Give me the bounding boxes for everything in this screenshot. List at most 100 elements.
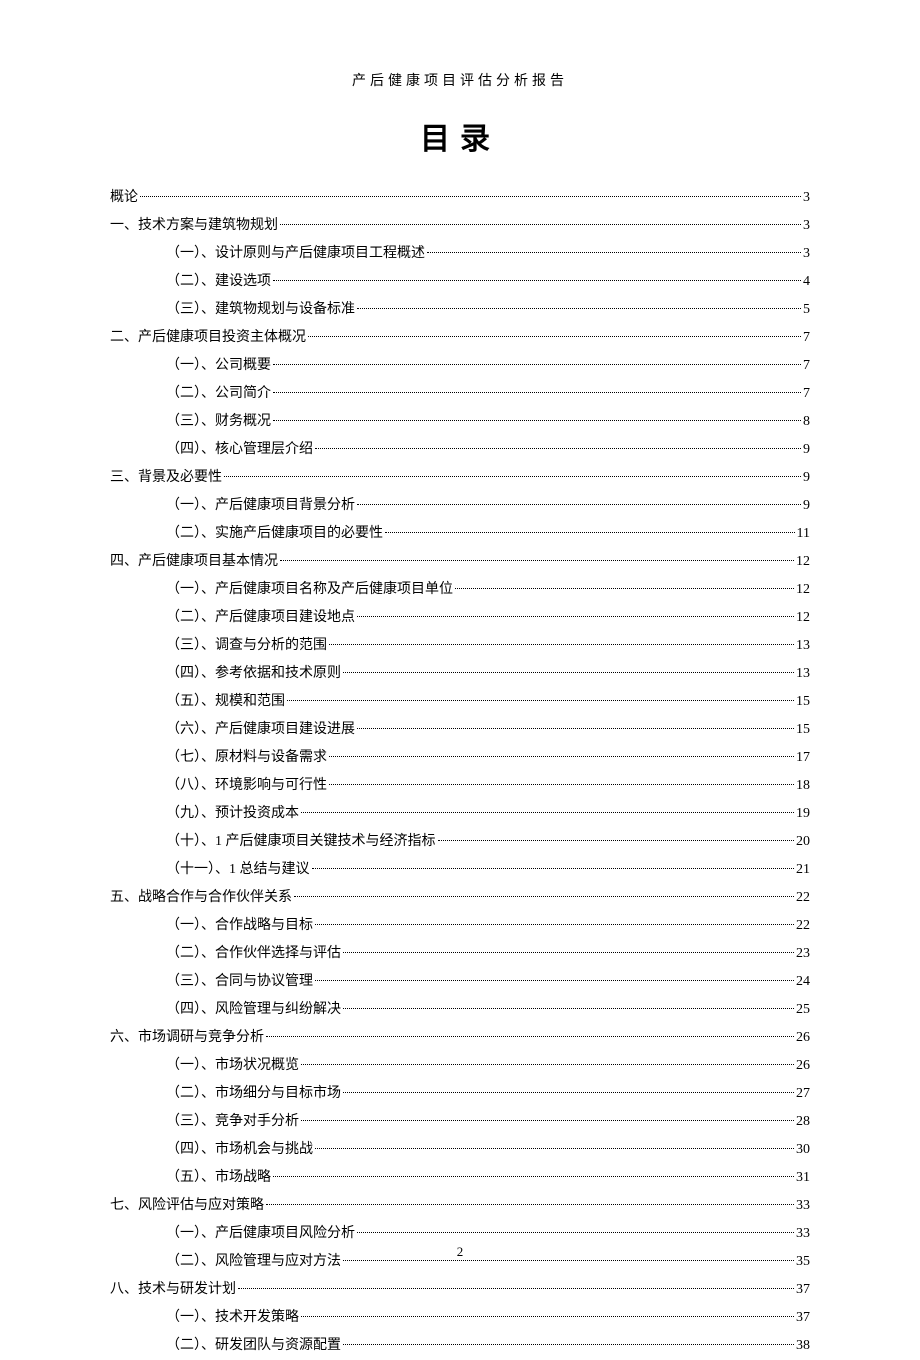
toc-entry[interactable]: （二）、合作伙伴选择与评估23 — [110, 940, 810, 968]
toc-entry[interactable]: （三）、建筑物规划与设备标准5 — [110, 296, 810, 324]
toc-entry-page: 31 — [796, 1164, 810, 1192]
toc-entry[interactable]: 四、产后健康项目基本情况12 — [110, 548, 810, 576]
toc-entry[interactable]: （一）、合作战略与目标 22 — [110, 912, 810, 940]
toc-entry-label: （一）、公司概要 — [166, 352, 271, 380]
toc-entry-label: 八、技术与研发计划 — [110, 1276, 236, 1304]
toc-entry[interactable]: 六、市场调研与竞争分析26 — [110, 1024, 810, 1052]
toc-entry-page: 8 — [803, 408, 810, 436]
toc-leader-dots — [315, 1148, 794, 1149]
toc-entry-page: 3 — [803, 212, 810, 240]
toc-entry-page: 22 — [796, 912, 810, 940]
toc-entry[interactable]: （四）、风险管理与纠纷解决25 — [110, 996, 810, 1024]
toc-leader-dots — [343, 672, 794, 673]
toc-entry[interactable]: 七、风险评估与应对策略33 — [110, 1192, 810, 1220]
toc-entry[interactable]: （八）、环境影响与可行性18 — [110, 772, 810, 800]
toc-entry-page: 3 — [803, 240, 810, 268]
toc-entry[interactable]: （四）、市场机会与挑战30 — [110, 1136, 810, 1164]
toc-entry[interactable]: （四）、核心管理层介绍9 — [110, 436, 810, 464]
toc-leader-dots — [343, 1260, 794, 1261]
toc-leader-dots — [308, 336, 801, 337]
toc-leader-dots — [273, 420, 801, 421]
page-footer: 2 — [0, 1244, 920, 1260]
toc-entry[interactable]: （三）、合同与协议管理24 — [110, 968, 810, 996]
toc-entry[interactable]: 五、战略合作与合作伙伴关系 22 — [110, 884, 810, 912]
toc-entry-label: （二）、公司简介 — [166, 380, 271, 408]
toc-leader-dots — [266, 1036, 794, 1037]
toc-leader-dots — [238, 1288, 794, 1289]
toc-leader-dots — [301, 1316, 794, 1317]
toc-leader-dots — [280, 224, 801, 225]
toc-entry[interactable]: （一）、市场状况概览26 — [110, 1052, 810, 1080]
toc-entry-page: 13 — [796, 660, 810, 688]
toc-leader-dots — [273, 364, 801, 365]
toc-entry-page: 9 — [803, 436, 810, 464]
toc-leader-dots — [438, 840, 795, 841]
toc-entry[interactable]: 八、技术与研发计划 37 — [110, 1276, 810, 1304]
toc-leader-dots — [140, 196, 801, 197]
toc-entry-label: 二、产后健康项目投资主体概况 — [110, 324, 306, 352]
toc-entry[interactable]: 概论3 — [110, 184, 810, 212]
toc-entry[interactable]: （二）、市场细分与目标市场 27 — [110, 1080, 810, 1108]
toc-entry-page: 12 — [796, 604, 810, 632]
toc-entry[interactable]: 一、技术方案与建筑物规划 3 — [110, 212, 810, 240]
toc-leader-dots — [329, 644, 794, 645]
toc-entry-label: （七）、原材料与设备需求 — [166, 744, 327, 772]
toc-entry[interactable]: （五）、市场战略 31 — [110, 1164, 810, 1192]
toc-leader-dots — [273, 1176, 794, 1177]
toc-entry[interactable]: （一）、产后健康项目名称及产后健康项目单位12 — [110, 576, 810, 604]
toc-entry-label: （四）、市场机会与挑战 — [166, 1136, 313, 1164]
toc-entry-label: （一）、设计原则与产后健康项目工程概述 — [166, 240, 425, 268]
toc-entry[interactable]: 三、背景及必要性 9 — [110, 464, 810, 492]
toc-entry[interactable]: （一）、技术开发策略37 — [110, 1304, 810, 1332]
toc-entry-label: （一）、合作战略与目标 — [166, 912, 313, 940]
toc-entry-label: （四）、参考依据和技术原则 — [166, 660, 341, 688]
toc-entry[interactable]: （九）、预计投资成本19 — [110, 800, 810, 828]
toc-entry-page: 7 — [803, 352, 810, 380]
toc-entry-label: （十一）、1 总结与建议 — [166, 856, 310, 884]
toc-entry-label: （一）、产后健康项目背景分析 — [166, 492, 355, 520]
toc-leader-dots — [357, 616, 794, 617]
toc-leader-dots — [266, 1204, 794, 1205]
toc-leader-dots — [301, 1120, 794, 1121]
toc-entry[interactable]: （六）、产后健康项目建设进展15 — [110, 716, 810, 744]
toc-leader-dots — [273, 392, 801, 393]
toc-entry[interactable]: （三）、竞争对手分析28 — [110, 1108, 810, 1136]
toc-entry[interactable]: （三）、调查与分析的范围13 — [110, 632, 810, 660]
toc-entry[interactable]: （二）、公司简介7 — [110, 380, 810, 408]
toc-entry[interactable]: （十一）、1 总结与建议21 — [110, 856, 810, 884]
toc-entry-page: 22 — [796, 884, 810, 912]
toc-leader-dots — [427, 252, 801, 253]
toc-entry[interactable]: （二）、产后健康项目建设地点12 — [110, 604, 810, 632]
toc-leader-dots — [343, 1344, 794, 1345]
toc-entry-page: 9 — [803, 464, 810, 492]
toc-entry-page: 26 — [796, 1024, 810, 1052]
toc-entry[interactable]: （二）、建设选项4 — [110, 268, 810, 296]
toc-entry-label: （四）、风险管理与纠纷解决 — [166, 996, 341, 1024]
toc-leader-dots — [343, 1092, 794, 1093]
toc-entry-label: （三）、建筑物规划与设备标准 — [166, 296, 355, 324]
toc-entry-label: 一、技术方案与建筑物规划 — [110, 212, 278, 240]
toc-entry-page: 7 — [803, 324, 810, 352]
toc-leader-dots — [357, 308, 801, 309]
toc-leader-dots — [273, 280, 801, 281]
toc-entry[interactable]: （三）、财务概况8 — [110, 408, 810, 436]
toc-entry[interactable]: （五）、规模和范围15 — [110, 688, 810, 716]
toc-entry-page: 4 — [803, 268, 810, 296]
toc-entry-page: 27 — [796, 1080, 810, 1108]
toc-entry[interactable]: （二）、研发团队与资源配置38 — [110, 1332, 810, 1360]
toc-entry-label: （二）、市场细分与目标市场 — [166, 1080, 341, 1108]
toc-entry[interactable]: （二）、实施产后健康项目的必要性11 — [110, 520, 810, 548]
toc-entry[interactable]: （十）、1 产后健康项目关键技术与经济指标20 — [110, 828, 810, 856]
toc-entry-label: 五、战略合作与合作伙伴关系 — [110, 884, 292, 912]
toc-entry-label: 概论 — [110, 184, 138, 212]
toc-entry[interactable]: （四）、参考依据和技术原则 13 — [110, 660, 810, 688]
toc-entry-page: 20 — [796, 828, 810, 856]
toc-entry[interactable]: （一）、公司概要 7 — [110, 352, 810, 380]
toc-entry[interactable]: 二、产后健康项目投资主体概况 7 — [110, 324, 810, 352]
toc-entry[interactable]: （一）、设计原则与产后健康项目工程概述 3 — [110, 240, 810, 268]
toc-entry-page: 37 — [796, 1304, 810, 1332]
toc-entry[interactable]: （一）、产后健康项目背景分析9 — [110, 492, 810, 520]
toc-entry[interactable]: （七）、原材料与设备需求17 — [110, 744, 810, 772]
toc-entry-label: （三）、调查与分析的范围 — [166, 632, 327, 660]
toc-leader-dots — [315, 448, 801, 449]
